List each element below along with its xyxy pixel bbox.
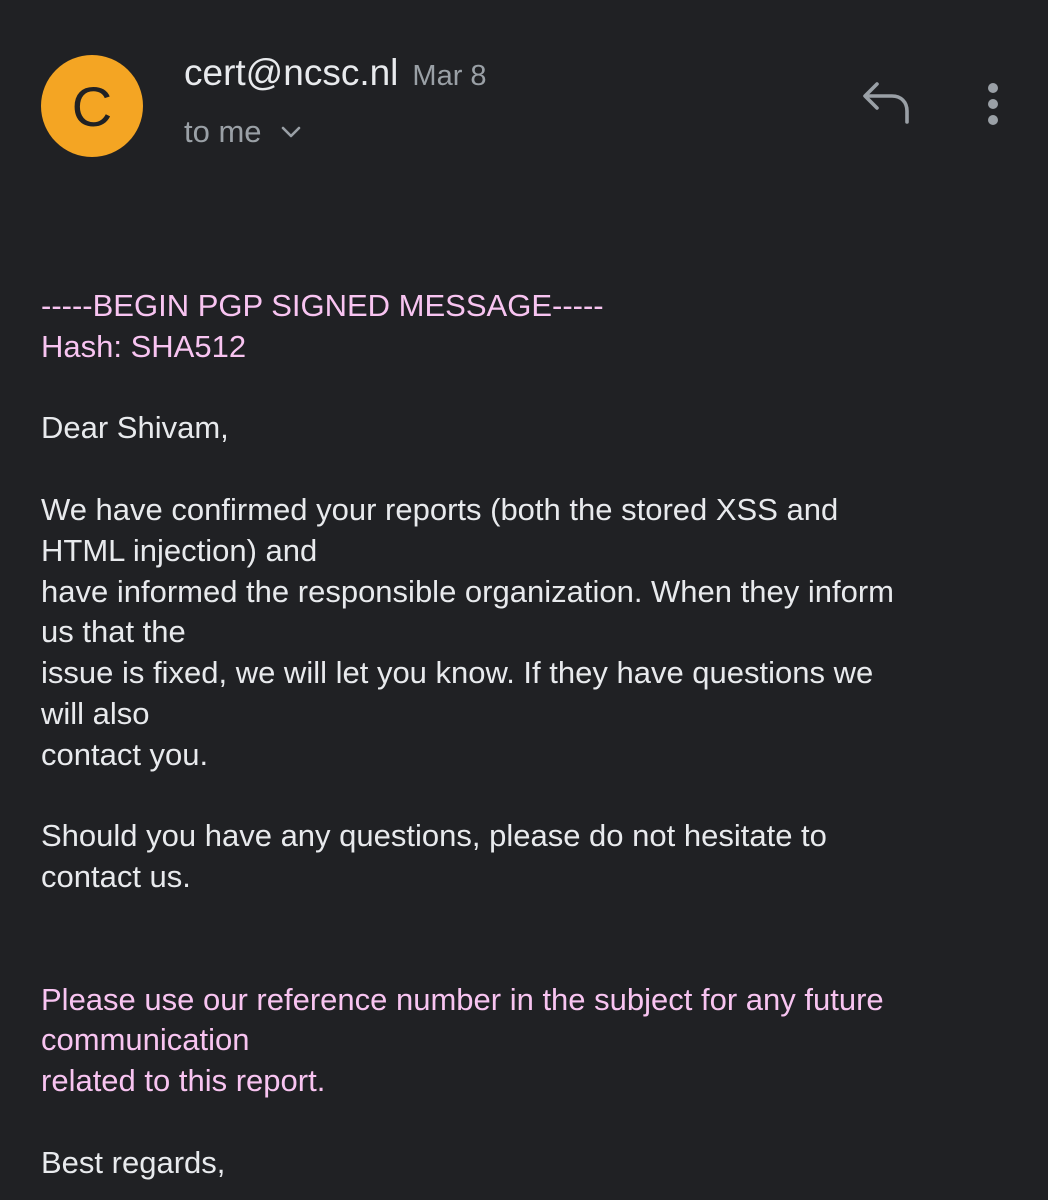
body-line: issue is fixed, we will let you know. If… [41, 655, 874, 691]
pgp-begin-line: -----BEGIN PGP SIGNED MESSAGE----- [41, 288, 604, 323]
recipient-toggle[interactable]: to me [184, 110, 304, 154]
chevron-down-icon[interactable] [278, 119, 304, 145]
closing: Best regards, [41, 1144, 226, 1180]
email-view: C cert@ncsc.nl Mar 8 to me -----BEGIN PG… [0, 0, 1048, 1200]
body-line: will also [41, 695, 150, 731]
more-options-button[interactable] [972, 80, 1014, 128]
body-line: have informed the responsible organizati… [41, 573, 894, 609]
sender-line: cert@ncsc.nl Mar 8 [184, 52, 487, 100]
reference-line: Please use our reference number in the s… [41, 981, 884, 1017]
reply-button[interactable] [858, 78, 914, 128]
reference-line: communication [41, 1022, 250, 1058]
message-body: -----BEGIN PGP SIGNED MESSAGE----- Hash:… [41, 286, 1016, 1184]
sender-address[interactable]: cert@ncsc.nl [184, 52, 398, 94]
pgp-hash-line: Hash: SHA512 [41, 328, 247, 364]
greeting: Dear Shivam, [41, 410, 229, 446]
reference-line: related to this report. [41, 1063, 326, 1099]
body-line: contact us. [41, 859, 191, 895]
body-line: We have confirmed your reports (both the… [41, 491, 839, 527]
more-vert-icon [988, 83, 998, 125]
recipient-label: to me [184, 114, 262, 149]
avatar-letter: C [71, 75, 113, 138]
body-line: us that the [41, 614, 186, 650]
body-line: Should you have any questions, please do… [41, 818, 827, 854]
message-date: Mar 8 [412, 60, 487, 92]
body-line: HTML injection) and [41, 532, 318, 568]
avatar[interactable]: C [41, 55, 143, 157]
body-line: contact you. [41, 736, 209, 772]
reply-icon [863, 82, 909, 124]
